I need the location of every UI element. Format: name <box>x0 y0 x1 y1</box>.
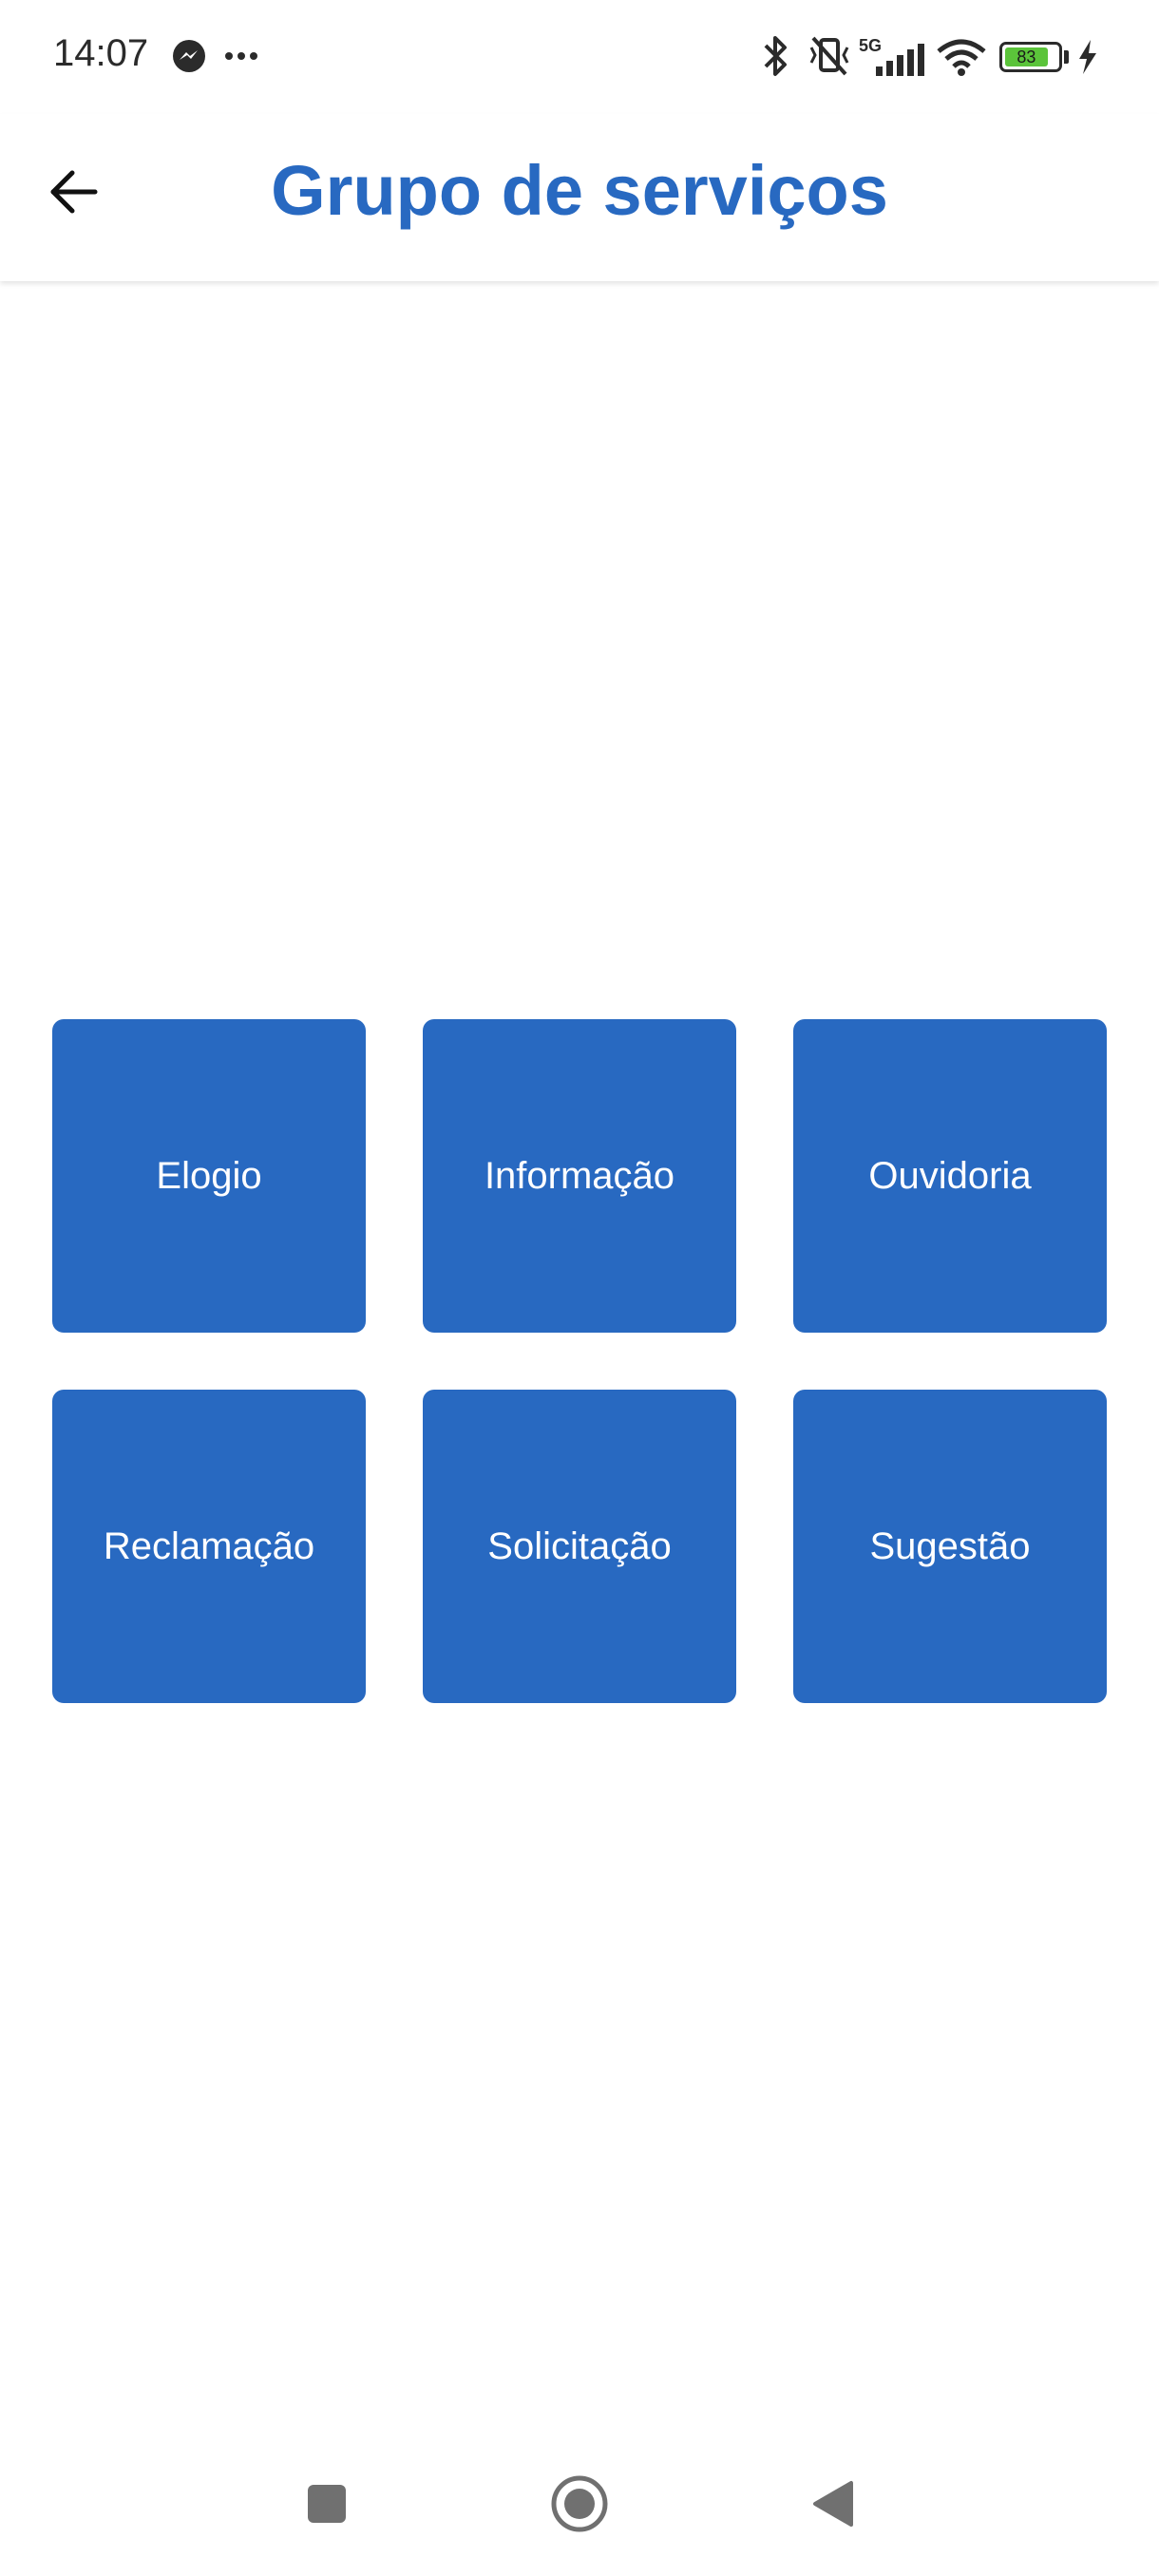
status-bar: 14:07 5G 83 <box>0 0 1159 114</box>
more-dots-icon <box>225 52 257 60</box>
page-title: Grupo de serviços <box>271 151 888 230</box>
home-button[interactable] <box>522 2432 636 2576</box>
wifi-icon <box>937 39 986 76</box>
bluetooth-icon <box>764 36 787 76</box>
battery-level: 83 <box>1005 47 1048 66</box>
vibrate-icon <box>809 36 849 76</box>
back-nav-button[interactable] <box>775 2432 889 2576</box>
service-tile-ouvidoria[interactable]: Ouvidoria <box>793 1019 1107 1333</box>
system-nav-bar <box>0 2432 1159 2576</box>
home-circle-icon <box>551 2475 608 2532</box>
signal-icon <box>876 44 924 76</box>
back-triangle-icon <box>813 2481 853 2527</box>
service-tile-sugestao[interactable]: Sugestão <box>793 1390 1107 1703</box>
service-tile-informacao[interactable]: Informação <box>423 1019 736 1333</box>
service-tile-elogio[interactable]: Elogio <box>52 1019 366 1333</box>
status-time: 14:07 <box>53 32 149 74</box>
battery-tip <box>1064 50 1069 64</box>
battery-percent: 83 <box>1016 47 1036 66</box>
recents-button[interactable] <box>270 2432 384 2576</box>
service-tile-reclamacao[interactable]: Reclamação <box>52 1390 366 1703</box>
app-bar: Grupo de serviços <box>0 114 1159 281</box>
battery-icon: 83 <box>999 42 1062 72</box>
charging-icon <box>1079 40 1096 74</box>
recents-square-icon <box>308 2485 346 2523</box>
messenger-icon <box>173 40 205 72</box>
service-tile-solicitacao[interactable]: Solicitação <box>423 1390 736 1703</box>
services-grid: Elogio Informação Ouvidoria Reclamação S… <box>52 1019 1107 1703</box>
